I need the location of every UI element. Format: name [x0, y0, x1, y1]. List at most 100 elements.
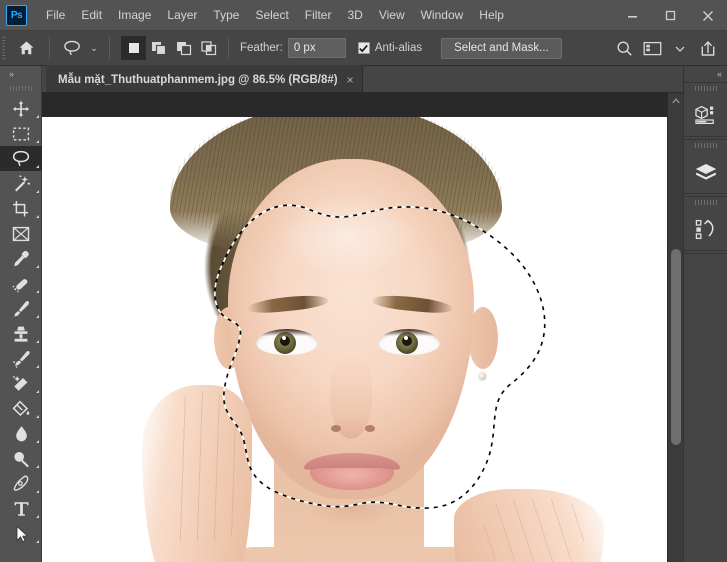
path-selection-tool[interactable]	[0, 521, 42, 546]
spot-healing-brush-tool[interactable]	[0, 271, 42, 296]
flyout-indicator	[36, 340, 39, 343]
intersect-with-selection-button[interactable]	[196, 36, 221, 60]
gradient-tool[interactable]	[0, 396, 42, 421]
options-bar-grip[interactable]	[0, 30, 7, 66]
lower-lip	[310, 468, 394, 490]
lasso-tool-icon	[59, 36, 85, 60]
tool-preset-picker[interactable]: ⌄	[57, 36, 102, 60]
pen-tool[interactable]	[0, 471, 42, 496]
feather-label: Feather:	[240, 42, 283, 54]
flyout-indicator	[36, 315, 39, 318]
workspace-button[interactable]	[639, 36, 665, 62]
add-to-selection-button[interactable]	[146, 36, 171, 60]
eyedropper-tool[interactable]	[0, 246, 42, 271]
subtract-from-selection-button[interactable]	[171, 36, 196, 60]
clone-stamp-tool[interactable]	[0, 321, 42, 346]
history-panel-group	[684, 196, 727, 251]
flyout-indicator	[36, 440, 39, 443]
image-canvas[interactable]	[42, 117, 667, 562]
move-icon	[13, 100, 29, 117]
flyout-indicator	[36, 290, 39, 293]
menu-item-file[interactable]: File	[38, 5, 73, 25]
type-tool[interactable]	[0, 496, 42, 521]
layers-panel-group	[684, 139, 727, 194]
menu-item-select[interactable]: Select	[247, 5, 296, 25]
blur-tool[interactable]	[0, 421, 42, 446]
flyout-indicator	[36, 190, 39, 193]
menu-item-view[interactable]: View	[371, 5, 413, 25]
frame-icon	[12, 226, 30, 241]
document-tab[interactable]: Mẫu mặt_Thuthuatphanmem.jpg @ 86.5% (RGB…	[46, 65, 363, 92]
new-selection-button[interactable]	[121, 36, 146, 60]
minimize-button[interactable]	[613, 0, 651, 31]
workspace-icon	[643, 41, 661, 56]
nostril-right	[365, 425, 375, 432]
dock-empty-area	[684, 253, 727, 553]
selection-mode-group	[121, 36, 221, 60]
forehead-highlight	[278, 197, 418, 277]
move-tool[interactable]	[0, 96, 42, 121]
rectangular-marquee-tool[interactable]	[0, 121, 42, 146]
history-panel-button[interactable]	[684, 208, 727, 250]
brush-tool[interactable]	[0, 296, 42, 321]
history-panel-icon	[695, 219, 714, 240]
path-selection-arrow-icon	[16, 524, 28, 542]
antialias-checkbox-group[interactable]: Anti-alias	[357, 42, 423, 54]
dodge-icon	[14, 451, 29, 467]
object-selection-tool[interactable]	[0, 171, 42, 196]
menu-item-window[interactable]: Window	[413, 5, 472, 25]
eye-glint-right	[404, 336, 408, 340]
dodge-tool[interactable]	[0, 446, 42, 471]
menu-item-help[interactable]: Help	[471, 5, 512, 25]
history-brush-tool[interactable]	[0, 346, 42, 371]
options-bar-right-group	[611, 31, 721, 66]
canvas-viewport[interactable]	[42, 93, 667, 562]
antialias-label: Anti-alias	[374, 42, 423, 54]
toolbar-grip[interactable]	[0, 82, 42, 94]
layers-panel-button[interactable]	[684, 151, 727, 193]
frame-tool[interactable]	[0, 221, 42, 246]
eraser-tool[interactable]	[0, 371, 42, 396]
flyout-indicator	[36, 415, 39, 418]
menu-item-type[interactable]: Type	[205, 5, 247, 25]
crop-icon	[13, 200, 28, 216]
select-and-mask-button[interactable]: Select and Mask...	[441, 37, 562, 59]
crop-tool[interactable]	[0, 196, 42, 221]
share-button[interactable]	[695, 36, 721, 62]
healing-brush-icon	[12, 278, 27, 292]
antialias-checkbox[interactable]	[357, 42, 370, 54]
vertical-scrollbar-thumb[interactable]	[671, 249, 681, 445]
menu-item-3d[interactable]: 3D	[339, 5, 370, 25]
search-button[interactable]	[611, 36, 637, 62]
menu-item-filter[interactable]: Filter	[297, 5, 340, 25]
paint-bucket-icon	[12, 400, 30, 416]
menu-item-edit[interactable]: Edit	[73, 5, 110, 25]
vertical-scrollbar[interactable]	[667, 93, 683, 562]
flyout-indicator	[36, 540, 39, 543]
flyout-indicator	[36, 515, 39, 518]
close-button[interactable]	[689, 0, 727, 31]
blur-droplet-icon	[15, 425, 27, 441]
chin-shading	[304, 505, 400, 529]
menu-item-image[interactable]: Image	[110, 5, 159, 25]
pen-icon	[13, 474, 29, 491]
libraries-panel-grip[interactable]	[684, 83, 727, 94]
lasso-tool[interactable]	[0, 146, 42, 171]
document-tab-close-icon[interactable]: ×	[347, 74, 354, 86]
maximize-button[interactable]	[651, 0, 689, 31]
dock-collapse-button[interactable]: «	[684, 66, 727, 82]
maximize-icon	[665, 10, 675, 21]
eyelash-right	[378, 329, 440, 336]
toolbar-expand-button[interactable]: »	[0, 66, 42, 82]
history-panel-grip[interactable]	[684, 197, 727, 208]
menu-item-layer[interactable]: Layer	[159, 5, 205, 25]
libraries-panel-button[interactable]	[684, 94, 727, 136]
brush-icon	[14, 300, 29, 317]
flyout-indicator	[36, 115, 39, 118]
feather-input[interactable]	[287, 38, 346, 58]
workspace-chevron-down-icon[interactable]	[667, 36, 693, 62]
home-button[interactable]	[10, 35, 42, 61]
scroll-up-button[interactable]	[668, 93, 683, 109]
options-separator-3	[228, 37, 229, 59]
layers-panel-grip[interactable]	[684, 140, 727, 151]
